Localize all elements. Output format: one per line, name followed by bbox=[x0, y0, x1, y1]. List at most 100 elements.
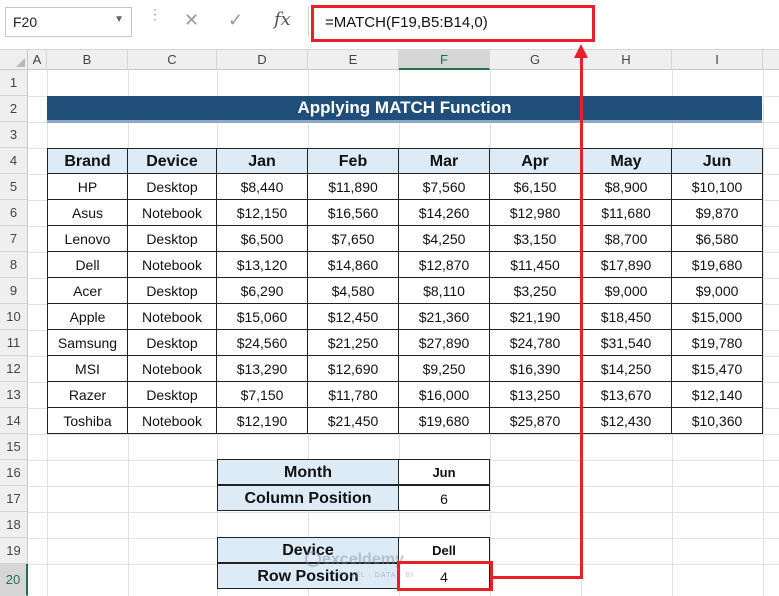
table-cell[interactable]: Notebook bbox=[128, 408, 217, 434]
month-value-cell[interactable]: Jun bbox=[398, 459, 490, 485]
row-header-4[interactable]: 4 bbox=[0, 148, 28, 174]
table-cell[interactable]: $25,870 bbox=[490, 408, 581, 434]
column-header-f[interactable]: F bbox=[399, 50, 490, 70]
table-cell[interactable]: $18,450 bbox=[581, 304, 672, 330]
table-cell[interactable]: Dell bbox=[47, 252, 128, 278]
table-cell[interactable]: $15,470 bbox=[672, 356, 763, 382]
table-cell[interactable]: $8,440 bbox=[217, 174, 308, 200]
table-cell[interactable]: $10,360 bbox=[672, 408, 763, 434]
table-cell[interactable]: $11,780 bbox=[308, 382, 399, 408]
table-cell[interactable]: $12,980 bbox=[490, 200, 581, 226]
table-cell[interactable]: Apple bbox=[47, 304, 128, 330]
table-header-cell[interactable]: Jun bbox=[672, 148, 763, 174]
table-cell[interactable]: $8,700 bbox=[581, 226, 672, 252]
table-header-cell[interactable]: May bbox=[581, 148, 672, 174]
table-cell[interactable]: $3,150 bbox=[490, 226, 581, 252]
row-header-14[interactable]: 14 bbox=[0, 408, 28, 434]
row-header-1[interactable]: 1 bbox=[0, 70, 28, 96]
table-cell[interactable]: $7,650 bbox=[308, 226, 399, 252]
row-header-9[interactable]: 9 bbox=[0, 278, 28, 304]
table-cell[interactable]: $13,290 bbox=[217, 356, 308, 382]
table-cell[interactable]: $21,250 bbox=[308, 330, 399, 356]
table-cell[interactable]: $12,190 bbox=[217, 408, 308, 434]
row-header-10[interactable]: 10 bbox=[0, 304, 28, 330]
column-header-d[interactable]: D bbox=[217, 50, 308, 70]
table-cell[interactable]: $13,120 bbox=[217, 252, 308, 278]
table-cell[interactable]: Samsung bbox=[47, 330, 128, 356]
table-cell[interactable]: $8,110 bbox=[399, 278, 490, 304]
column-header-a[interactable]: A bbox=[28, 50, 47, 70]
row-header-7[interactable]: 7 bbox=[0, 226, 28, 252]
table-cell[interactable]: $14,250 bbox=[581, 356, 672, 382]
table-cell[interactable]: Desktop bbox=[128, 382, 217, 408]
table-cell[interactable]: $6,150 bbox=[490, 174, 581, 200]
table-cell[interactable]: $12,430 bbox=[581, 408, 672, 434]
table-cell[interactable]: $21,360 bbox=[399, 304, 490, 330]
table-cell[interactable]: $16,000 bbox=[399, 382, 490, 408]
table-header-cell[interactable]: Jan bbox=[217, 148, 308, 174]
enter-icon[interactable]: ✓ bbox=[228, 10, 243, 31]
column-header-i[interactable]: I bbox=[672, 50, 763, 70]
table-cell[interactable]: Acer bbox=[47, 278, 128, 304]
table-cell[interactable]: Lenovo bbox=[47, 226, 128, 252]
column-header-c[interactable]: C bbox=[128, 50, 217, 70]
drag-handle-icon[interactable]: ⋮ bbox=[148, 7, 162, 21]
table-cell[interactable]: $24,560 bbox=[217, 330, 308, 356]
table-cell[interactable]: $4,250 bbox=[399, 226, 490, 252]
table-header-cell[interactable]: Brand bbox=[47, 148, 128, 174]
table-cell[interactable]: $9,000 bbox=[581, 278, 672, 304]
row-header-15[interactable]: 15 bbox=[0, 434, 28, 460]
table-cell[interactable]: $4,580 bbox=[308, 278, 399, 304]
column-header-b[interactable]: B bbox=[47, 50, 128, 70]
table-cell[interactable]: HP bbox=[47, 174, 128, 200]
column-header-g[interactable]: G bbox=[490, 50, 581, 70]
table-cell[interactable]: $21,190 bbox=[490, 304, 581, 330]
table-cell[interactable]: $19,680 bbox=[672, 252, 763, 278]
table-cell[interactable]: $14,860 bbox=[308, 252, 399, 278]
table-cell[interactable]: $16,390 bbox=[490, 356, 581, 382]
table-cell[interactable]: $19,680 bbox=[399, 408, 490, 434]
table-cell[interactable]: $16,560 bbox=[308, 200, 399, 226]
row-header-2[interactable]: 2 bbox=[0, 96, 28, 122]
select-all-corner[interactable] bbox=[0, 50, 28, 70]
table-cell[interactable]: Desktop bbox=[128, 330, 217, 356]
table-cell[interactable]: Toshiba bbox=[47, 408, 128, 434]
table-cell[interactable]: $11,450 bbox=[490, 252, 581, 278]
table-cell[interactable]: $7,150 bbox=[217, 382, 308, 408]
table-cell[interactable]: $10,100 bbox=[672, 174, 763, 200]
table-cell[interactable]: Asus bbox=[47, 200, 128, 226]
table-cell[interactable]: $9,000 bbox=[672, 278, 763, 304]
table-cell[interactable]: $31,540 bbox=[581, 330, 672, 356]
row-header-20[interactable]: 20 bbox=[0, 564, 28, 596]
table-cell[interactable]: $9,250 bbox=[399, 356, 490, 382]
table-cell[interactable]: $12,450 bbox=[308, 304, 399, 330]
row-header-12[interactable]: 12 bbox=[0, 356, 28, 382]
table-cell[interactable]: Desktop bbox=[128, 226, 217, 252]
column-position-value-cell[interactable]: 6 bbox=[398, 485, 490, 511]
row-header-8[interactable]: 8 bbox=[0, 252, 28, 278]
table-cell[interactable]: $12,140 bbox=[672, 382, 763, 408]
table-cell[interactable]: $15,060 bbox=[217, 304, 308, 330]
column-header-h[interactable]: H bbox=[581, 50, 672, 70]
row-header-16[interactable]: 16 bbox=[0, 460, 28, 486]
row-header-19[interactable]: 19 bbox=[0, 538, 28, 564]
row-header-17[interactable]: 17 bbox=[0, 486, 28, 512]
row-header-3[interactable]: 3 bbox=[0, 122, 28, 148]
name-box[interactable]: F20 ▼ bbox=[5, 7, 132, 37]
table-header-cell[interactable]: Mar bbox=[399, 148, 490, 174]
row-header-6[interactable]: 6 bbox=[0, 200, 28, 226]
table-cell[interactable]: Razer bbox=[47, 382, 128, 408]
table-cell[interactable]: $3,250 bbox=[490, 278, 581, 304]
table-cell[interactable]: $8,900 bbox=[581, 174, 672, 200]
table-cell[interactable]: $9,870 bbox=[672, 200, 763, 226]
table-cell[interactable]: $27,890 bbox=[399, 330, 490, 356]
table-cell[interactable]: $11,890 bbox=[308, 174, 399, 200]
table-cell[interactable]: $12,150 bbox=[217, 200, 308, 226]
table-cell[interactable]: Desktop bbox=[128, 278, 217, 304]
table-cell[interactable]: Notebook bbox=[128, 200, 217, 226]
column-header-e[interactable]: E bbox=[308, 50, 399, 70]
table-cell[interactable]: $6,500 bbox=[217, 226, 308, 252]
table-cell[interactable]: $13,670 bbox=[581, 382, 672, 408]
table-cell[interactable]: Notebook bbox=[128, 252, 217, 278]
table-header-cell[interactable]: Apr bbox=[490, 148, 581, 174]
